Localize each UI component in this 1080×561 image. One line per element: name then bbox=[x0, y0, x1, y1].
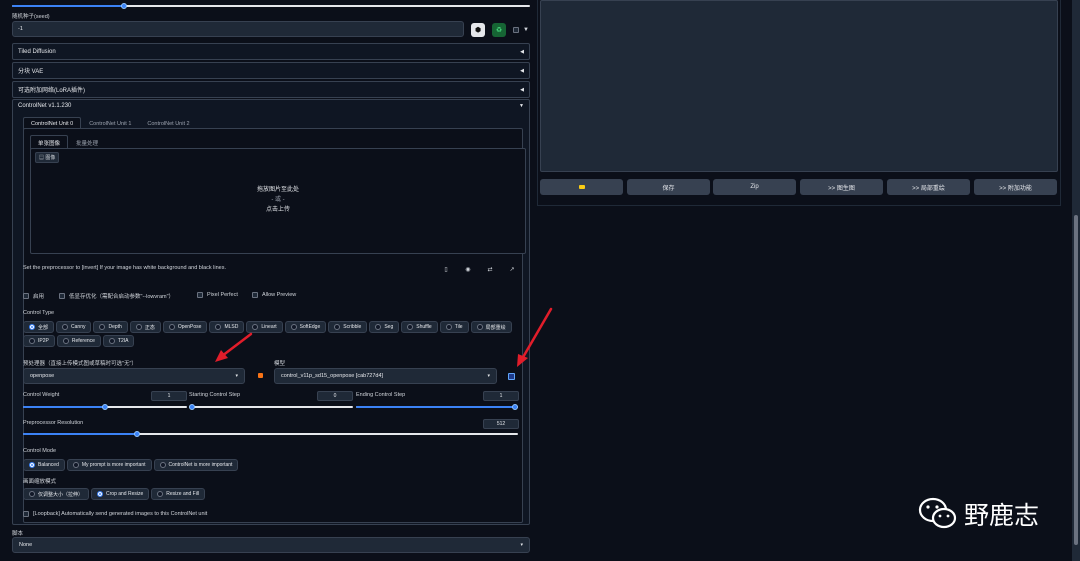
annotation-arrow-head bbox=[517, 354, 528, 367]
scrollbar-thumb[interactable] bbox=[1074, 215, 1078, 545]
annotation-arrow-preprocessor bbox=[220, 332, 253, 358]
annotation-arrow-model bbox=[520, 307, 553, 361]
annotation-arrows bbox=[215, 307, 553, 367]
wechat-icon bbox=[918, 497, 957, 529]
page-scrollbar[interactable] bbox=[1072, 0, 1080, 561]
watermark-text: 野鹿志 bbox=[964, 501, 1040, 530]
watermark: 野鹿志 bbox=[918, 496, 1039, 532]
